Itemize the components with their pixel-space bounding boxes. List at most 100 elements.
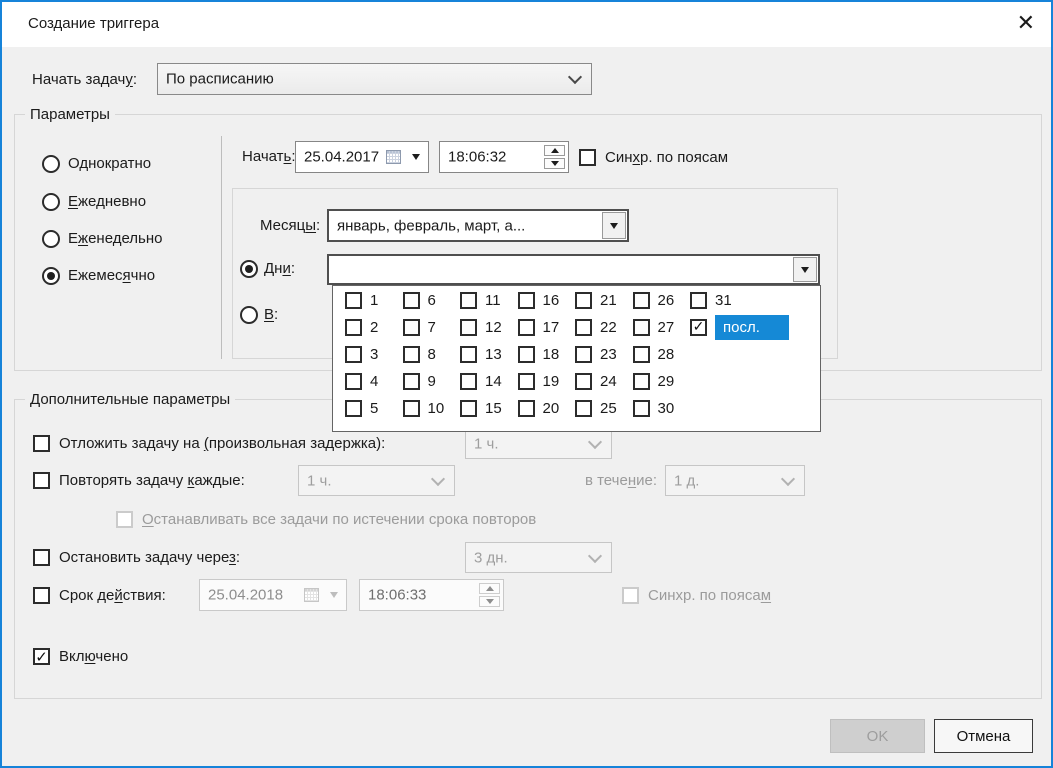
day-label[interactable]: 5	[370, 400, 378, 417]
day-label[interactable]: 16	[543, 292, 560, 309]
delay-label[interactable]: Отложить задачу на (произвольная задержк…	[59, 435, 385, 453]
day-option[interactable]: 16	[518, 292, 576, 309]
day-label[interactable]: 9	[428, 373, 436, 390]
expire-label[interactable]: Срок действия:	[59, 587, 166, 605]
day-label[interactable]: 1	[370, 292, 378, 309]
delay-checkbox[interactable]	[33, 435, 50, 452]
day-label[interactable]: 3	[370, 346, 378, 363]
on-weekday-label[interactable]: В:	[264, 306, 278, 324]
day-label[interactable]: 29	[658, 373, 675, 390]
spin-down-icon[interactable]	[544, 158, 565, 169]
day-option[interactable]: 1	[345, 292, 403, 309]
radio-daily-label[interactable]: Ежедневно	[68, 193, 146, 211]
day-option[interactable]: 12	[460, 319, 518, 336]
days-dropdown-button[interactable]	[793, 257, 817, 282]
day-checkbox[interactable]	[403, 346, 420, 363]
day-label[interactable]: 13	[485, 346, 502, 363]
day-label[interactable]: 14	[485, 373, 502, 390]
day-checkbox[interactable]	[575, 373, 592, 390]
day-checkbox[interactable]	[690, 292, 707, 309]
day-label[interactable]: 26	[658, 292, 675, 309]
close-icon[interactable]: ✕	[1017, 9, 1035, 37]
day-label[interactable]: 28	[658, 346, 675, 363]
expire-checkbox[interactable]	[33, 587, 50, 604]
months-select[interactable]: январь, февраль, март, а...	[327, 209, 629, 242]
day-option[interactable]: 4	[345, 373, 403, 390]
stop-after-label[interactable]: Остановить задачу через:	[59, 549, 240, 567]
day-option[interactable]: 14	[460, 373, 518, 390]
day-checkbox[interactable]	[575, 400, 592, 417]
start-date-picker[interactable]: 25.04.2017	[295, 141, 429, 173]
sync-timezone-checkbox[interactable]	[579, 149, 596, 166]
day-checkbox[interactable]	[633, 346, 650, 363]
day-option[interactable]: 5	[345, 400, 403, 417]
day-label[interactable]: 17	[543, 319, 560, 336]
day-checkbox[interactable]	[518, 400, 535, 417]
day-option[interactable]: 30	[633, 400, 691, 417]
day-label[interactable]: 8	[428, 346, 436, 363]
day-label[interactable]: 22	[600, 319, 617, 336]
cancel-button[interactable]: Отмена	[934, 719, 1033, 753]
day-checkbox[interactable]	[518, 319, 535, 336]
day-checkbox[interactable]	[518, 292, 535, 309]
day-checkbox[interactable]	[633, 373, 650, 390]
days-label[interactable]: Дни:	[264, 260, 295, 278]
day-option[interactable]: 15	[460, 400, 518, 417]
start-time-spinner[interactable]: 18:06:32	[439, 141, 569, 173]
day-label[interactable]: 7	[428, 319, 436, 336]
day-checkbox[interactable]	[345, 400, 362, 417]
radio-weekly-label[interactable]: Еженедельно	[68, 230, 163, 248]
time-spinner-buttons[interactable]	[544, 145, 565, 169]
months-dropdown-button[interactable]	[602, 212, 626, 239]
day-label[interactable]: 23	[600, 346, 617, 363]
day-checkbox[interactable]	[633, 400, 650, 417]
radio-weekly[interactable]	[42, 230, 60, 248]
day-option[interactable]: 20	[518, 400, 576, 417]
repeat-label[interactable]: Повторять задачу каждые:	[59, 472, 245, 490]
day-label[interactable]: 4	[370, 373, 378, 390]
day-checkbox[interactable]	[460, 400, 477, 417]
radio-days[interactable]	[240, 260, 258, 278]
day-checkbox[interactable]	[633, 292, 650, 309]
day-label[interactable]: 11	[485, 292, 501, 309]
day-label[interactable]: 2	[370, 319, 378, 336]
day-checkbox[interactable]	[403, 292, 420, 309]
sync-timezone-label[interactable]: Синхр. по поясам	[605, 149, 728, 167]
day-option[interactable]: 6	[403, 292, 461, 309]
day-label[interactable]: 10	[428, 400, 445, 417]
day-option[interactable]: 22	[575, 319, 633, 336]
day-checkbox[interactable]	[575, 319, 592, 336]
dropdown-arrow-icon[interactable]	[412, 154, 420, 160]
begin-task-select[interactable]: По расписанию	[157, 63, 592, 95]
spin-up-icon[interactable]	[544, 145, 565, 156]
day-option[interactable]: 26	[633, 292, 691, 309]
radio-on-weekday[interactable]	[240, 306, 258, 324]
day-label[interactable]: 20	[543, 400, 560, 417]
day-checkbox[interactable]	[690, 319, 707, 336]
day-label[interactable]: 15	[485, 400, 502, 417]
radio-monthly-label[interactable]: Ежемесячно	[68, 267, 155, 285]
day-option[interactable]: 10	[403, 400, 461, 417]
day-option[interactable]: 11	[460, 292, 518, 309]
radio-once-label[interactable]: Однократно	[68, 155, 151, 173]
day-label[interactable]: посл.	[715, 315, 789, 340]
day-option[interactable]: 23	[575, 346, 633, 363]
stop-after-checkbox[interactable]	[33, 549, 50, 566]
day-label[interactable]: 24	[600, 373, 617, 390]
day-checkbox[interactable]	[460, 346, 477, 363]
day-label[interactable]: 30	[658, 400, 675, 417]
days-select[interactable]	[327, 254, 820, 285]
enabled-label[interactable]: Включено	[59, 648, 128, 666]
day-checkbox[interactable]	[345, 373, 362, 390]
day-label[interactable]: 12	[485, 319, 502, 336]
radio-once[interactable]	[42, 155, 60, 173]
day-option[interactable]: 3	[345, 346, 403, 363]
day-option[interactable]: 27	[633, 319, 691, 336]
day-checkbox[interactable]	[518, 373, 535, 390]
day-label[interactable]: 27	[658, 319, 675, 336]
day-checkbox[interactable]	[403, 373, 420, 390]
day-option[interactable]: 8	[403, 346, 461, 363]
day-checkbox[interactable]	[345, 346, 362, 363]
day-label[interactable]: 6	[428, 292, 436, 309]
day-option[interactable]: 31	[690, 292, 789, 309]
